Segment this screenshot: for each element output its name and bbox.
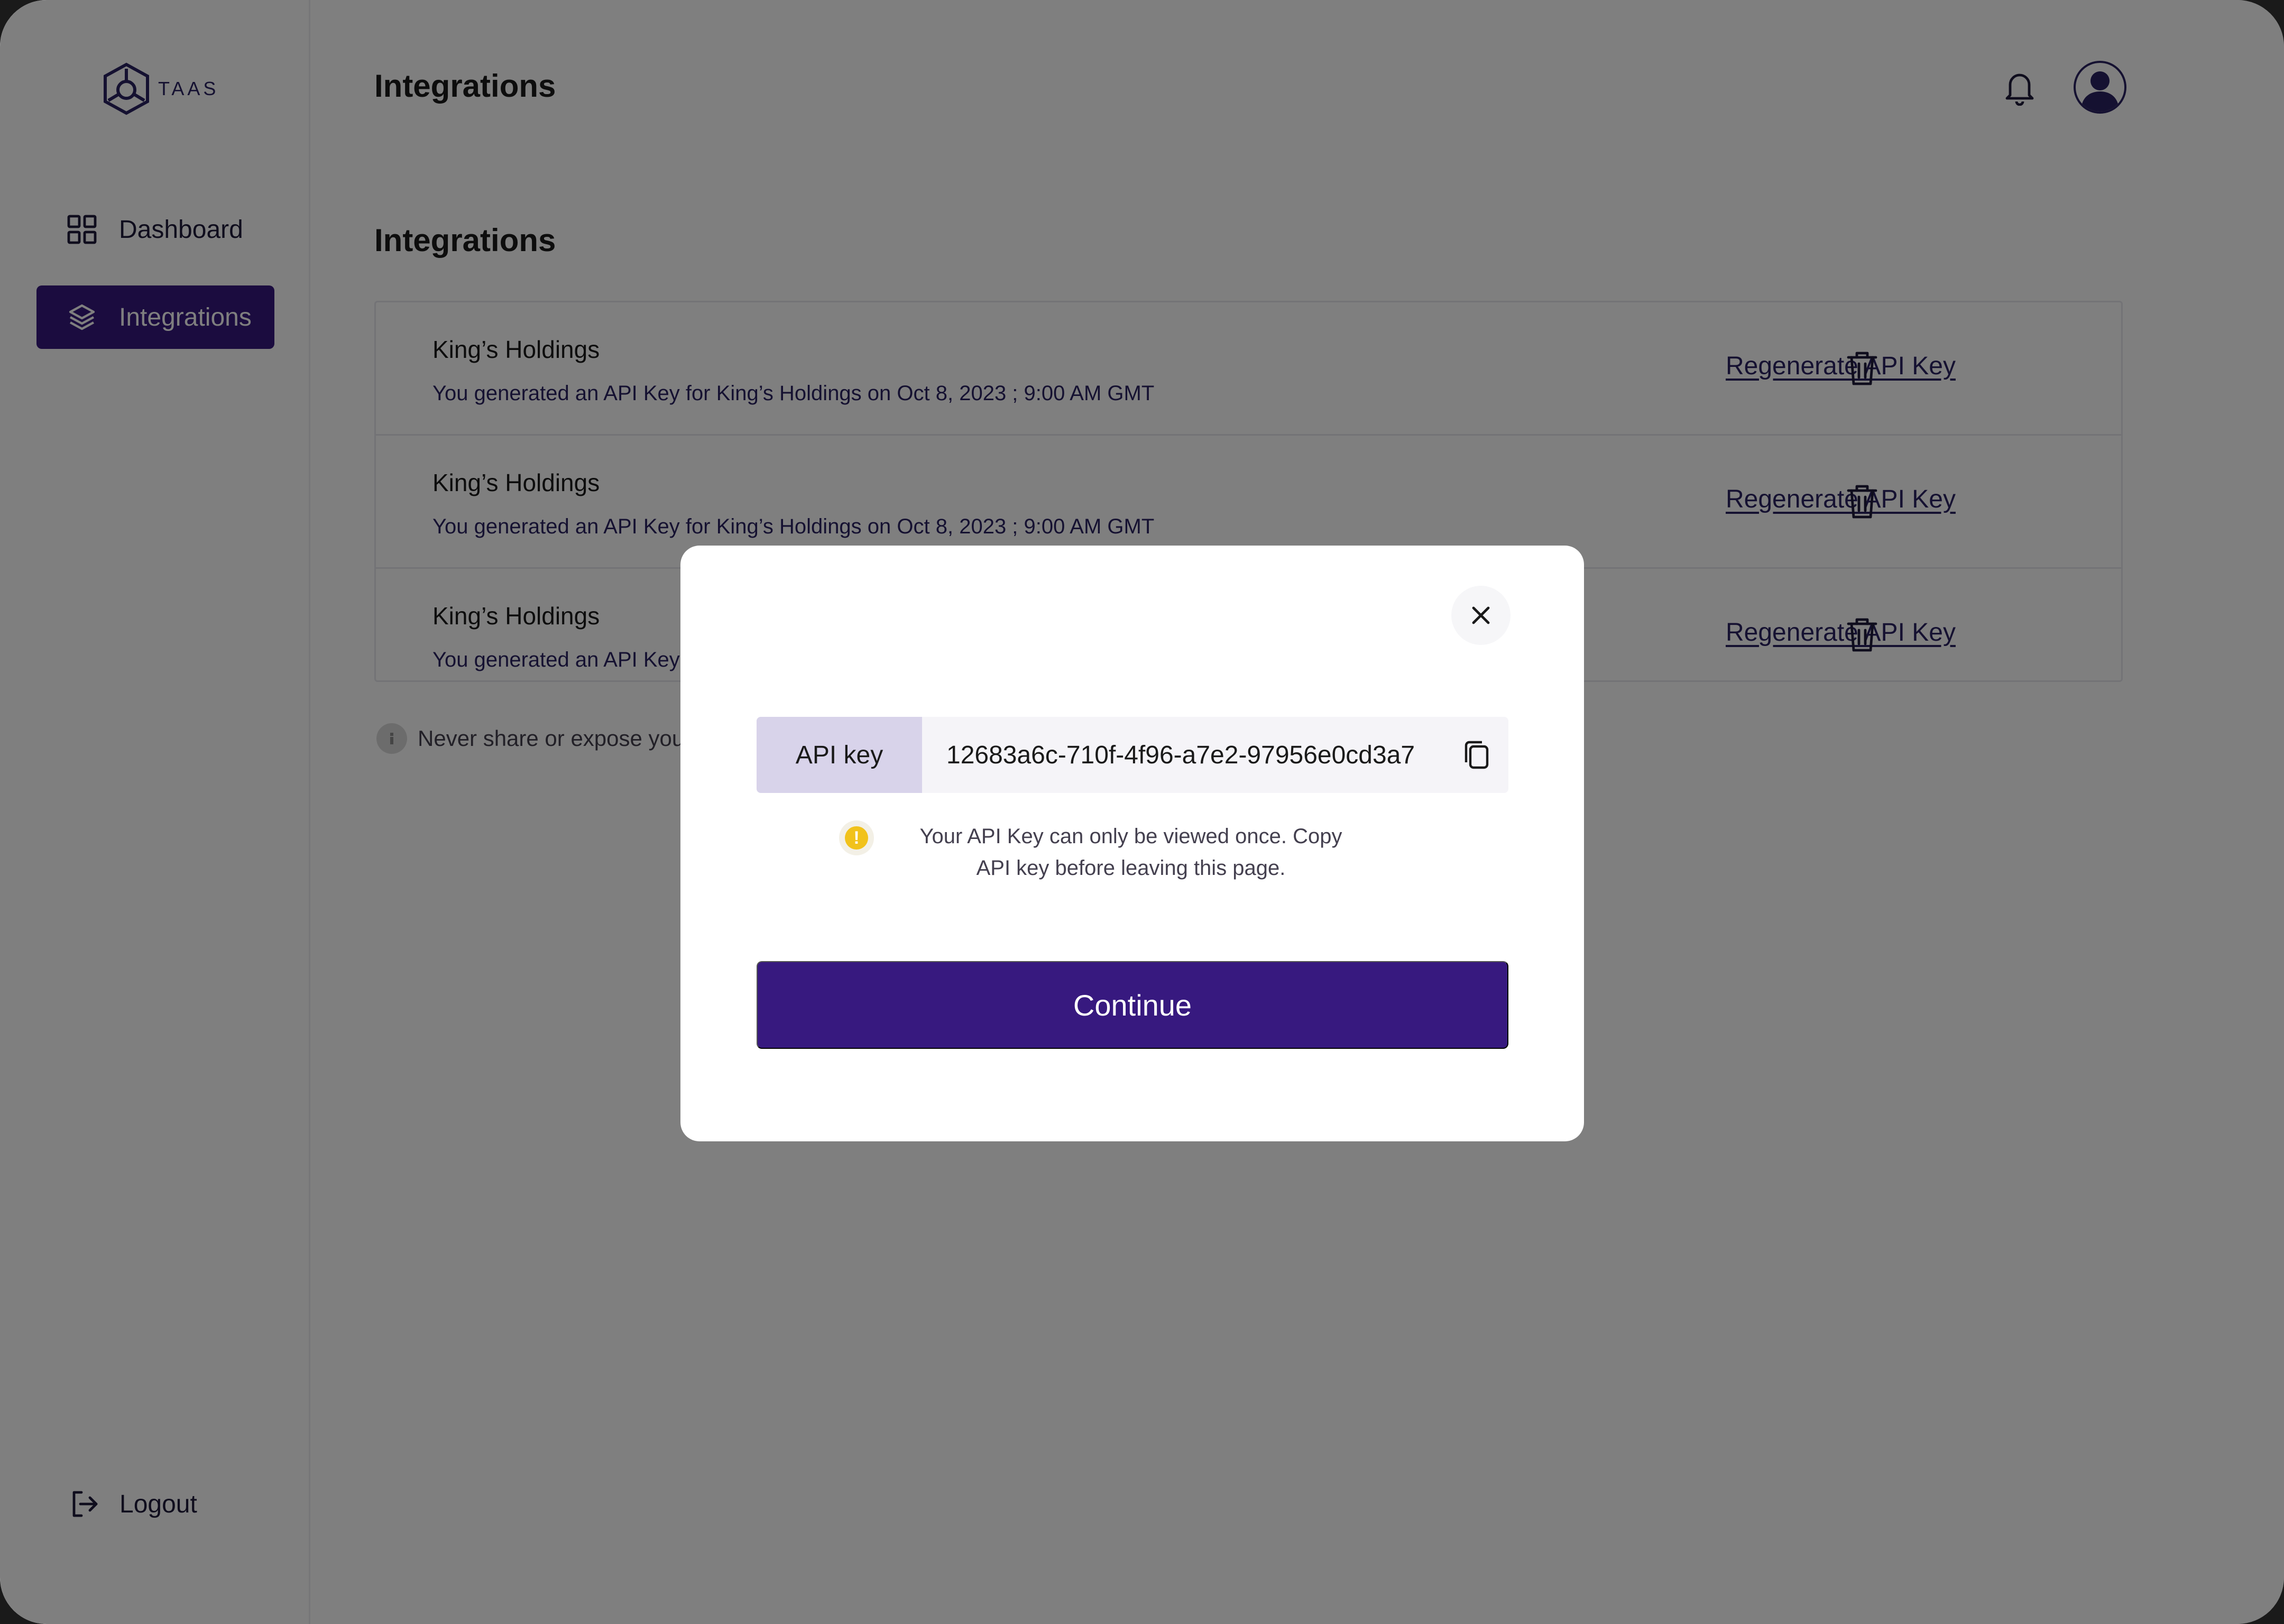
continue-button[interactable]: Continue [757,961,1508,1049]
copy-icon [1465,741,1489,769]
api-key-label: API key [757,717,922,793]
api-key-value[interactable]: 12683a6c-710f-4f96-a7e2-97956e0cd3a7 [922,717,1445,793]
warning-line: API key before leaving this page. [976,856,1286,880]
warning-line: Your API Key can only be viewed once. Co… [919,825,1342,848]
warning-icon: ! [839,820,874,855]
copy-button[interactable] [1445,717,1508,793]
api-key-modal: API key 12683a6c-710f-4f96-a7e2-97956e0c… [680,546,1584,1141]
close-button[interactable] [1451,586,1511,645]
view-once-warning: ! Your API Key can only be viewed once. … [839,820,1369,884]
close-icon [1472,606,1490,624]
api-key-field: API key 12683a6c-710f-4f96-a7e2-97956e0c… [757,717,1508,793]
app-window: TAAS Dashboard Integrations [0,0,2284,1624]
